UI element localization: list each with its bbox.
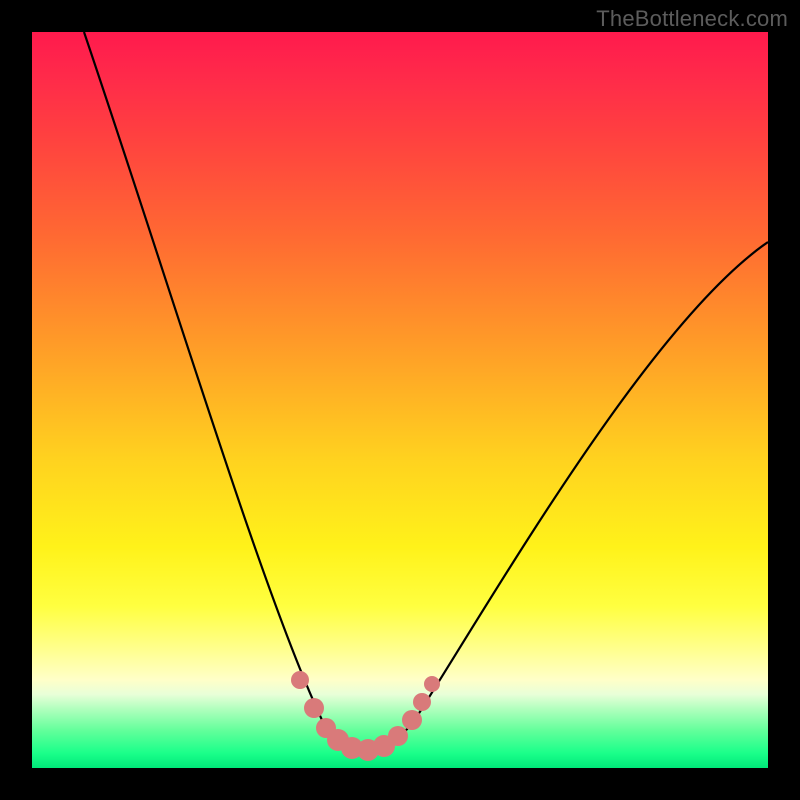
bottleneck-curve bbox=[84, 32, 768, 750]
chart-svg bbox=[32, 32, 768, 768]
watermark-text: TheBottleneck.com bbox=[596, 6, 788, 32]
highlight-dot bbox=[424, 676, 440, 692]
highlight-dot bbox=[413, 693, 431, 711]
highlight-dot bbox=[291, 671, 309, 689]
highlight-dot bbox=[388, 726, 408, 746]
highlight-dot bbox=[304, 698, 324, 718]
highlight-dots-group bbox=[291, 671, 440, 761]
chart-plot-area bbox=[32, 32, 768, 768]
highlight-dot bbox=[402, 710, 422, 730]
